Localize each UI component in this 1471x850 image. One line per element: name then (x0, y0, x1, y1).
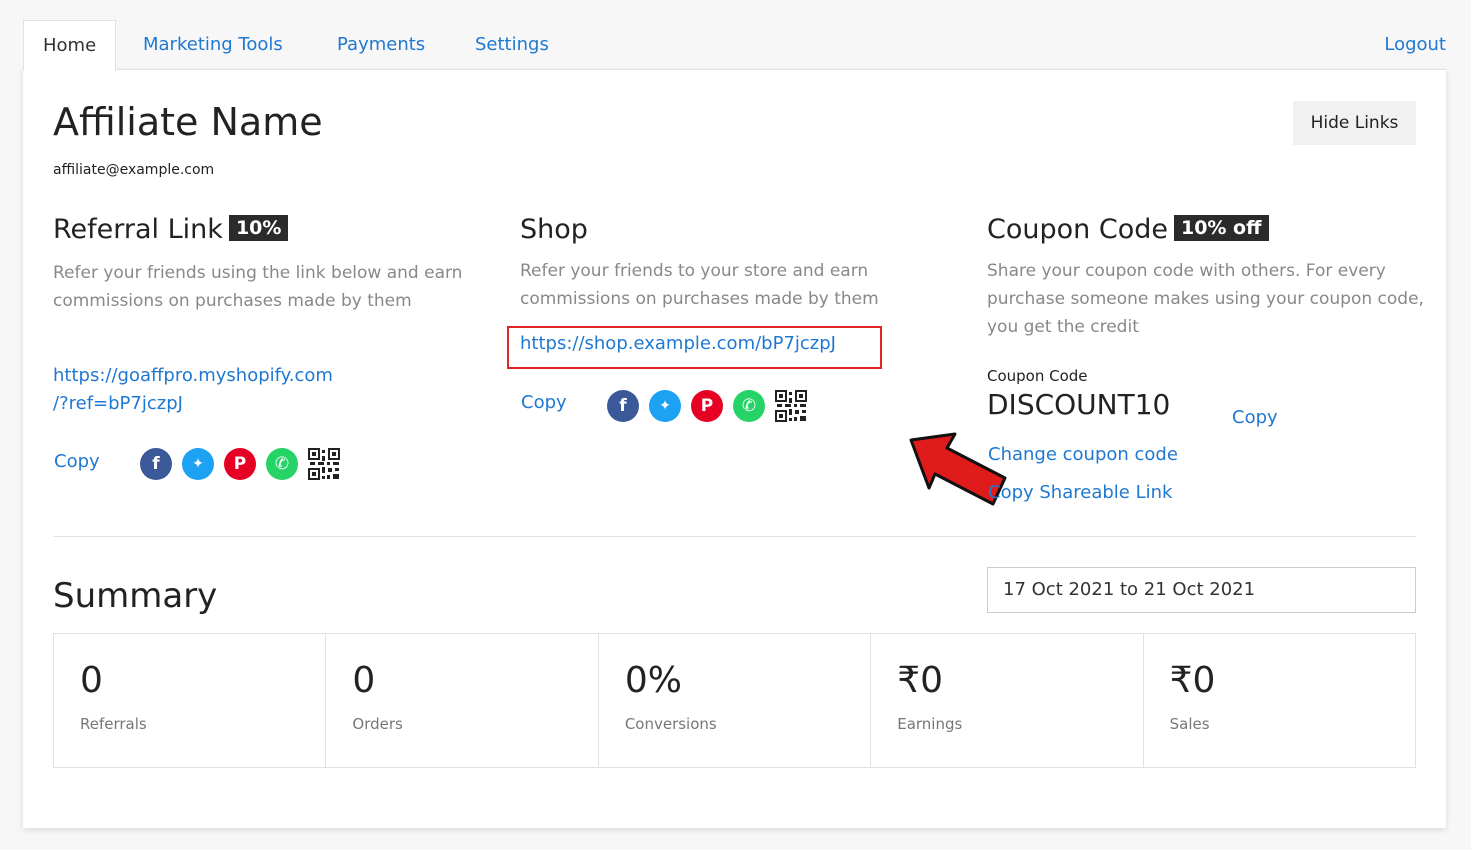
referral-description: Refer your friends using the link below … (53, 263, 463, 311)
facebook-icon[interactable]: f (140, 448, 172, 480)
pinterest-icon[interactable]: P (691, 390, 723, 422)
coupon-copy-button[interactable]: Copy (1232, 407, 1278, 428)
change-coupon-link[interactable]: Change coupon code (988, 444, 1178, 465)
stat-value: 0 (80, 660, 103, 701)
section-divider (53, 536, 1416, 537)
summary-stats: 0 Referrals 0 Orders 0% Conversions ₹0 E… (53, 633, 1416, 768)
stat-sales: ₹0 Sales (1144, 634, 1415, 767)
stat-orders: 0 Orders (326, 634, 599, 767)
date-range-picker[interactable]: 17 Oct 2021 to 21 Oct 2021 (987, 567, 1416, 613)
stat-label: Earnings (897, 715, 963, 733)
shop-description: Refer your friends to your store and ear… (520, 261, 879, 309)
referral-link[interactable]: https://goaffpro.myshopify.com /?ref=bP7… (53, 362, 333, 418)
stat-label: Referrals (80, 715, 147, 733)
stat-label: Sales (1169, 715, 1210, 733)
referral-link-line2: /?ref=bP7jczpJ (53, 393, 183, 414)
affiliate-name: Affiliate Name (53, 100, 323, 144)
qr-code-icon[interactable] (308, 448, 340, 480)
coupon-code-value: DISCOUNT10 (987, 388, 1171, 421)
shop-copy-button[interactable]: Copy (521, 392, 567, 413)
hide-links-button[interactable]: Hide Links (1293, 101, 1416, 145)
qr-code-icon[interactable] (775, 390, 807, 422)
coupon-description: Share your coupon code with others. For … (987, 261, 1424, 337)
coupon-code-label: Coupon Code (987, 367, 1088, 385)
referral-social-icons: f ✦ P ✆ (140, 448, 340, 480)
facebook-icon[interactable]: f (607, 390, 639, 422)
twitter-icon[interactable]: ✦ (649, 390, 681, 422)
shop-social-icons: f ✦ P ✆ (607, 390, 807, 422)
referral-copy-button[interactable]: Copy (54, 451, 100, 472)
referral-badge: 10% (228, 214, 289, 241)
stat-value: ₹0 (1169, 660, 1216, 701)
stat-value: ₹0 (897, 660, 944, 701)
pinterest-icon[interactable]: P (224, 448, 256, 480)
shop-title: Shop (520, 214, 588, 245)
stat-conversions: 0% Conversions (599, 634, 872, 767)
dashboard-card: Affiliate Name affiliate@example.com Hid… (23, 69, 1446, 828)
tab-home[interactable]: Home (23, 20, 117, 71)
stat-referrals: 0 Referrals (54, 634, 327, 767)
stat-label: Orders (352, 715, 403, 733)
stat-earnings: ₹0 Earnings (871, 634, 1144, 767)
referral-link-title: Referral Link 10% (53, 214, 289, 245)
whatsapp-icon[interactable]: ✆ (733, 390, 765, 422)
stat-value: 0 (352, 660, 376, 701)
tab-marketing-tools[interactable]: Marketing Tools (143, 20, 283, 70)
referral-title-text: Referral Link (53, 214, 223, 245)
summary-title: Summary (53, 576, 218, 616)
tab-settings[interactable]: Settings (475, 20, 549, 70)
whatsapp-icon[interactable]: ✆ (266, 448, 298, 480)
stat-value: 0% (624, 660, 682, 701)
twitter-icon[interactable]: ✦ (182, 448, 214, 480)
nav-tabs: Home Marketing Tools Payments Settings L… (23, 20, 1446, 71)
tab-payments[interactable]: Payments (337, 20, 425, 70)
referral-link-line1: https://goaffpro.myshopify.com (53, 365, 333, 386)
logout-link[interactable]: Logout (1384, 20, 1446, 70)
coupon-title-text: Coupon Code (987, 214, 1168, 245)
shop-link[interactable]: https://shop.example.com/bP7jczpJ (520, 333, 836, 354)
stat-label: Conversions (624, 715, 717, 733)
affiliate-email: affiliate@example.com (53, 162, 215, 178)
copy-shareable-link[interactable]: Copy Shareable Link (988, 482, 1172, 503)
coupon-code-title: Coupon Code 10% off (987, 214, 1269, 245)
coupon-badge: 10% off (1173, 214, 1269, 241)
